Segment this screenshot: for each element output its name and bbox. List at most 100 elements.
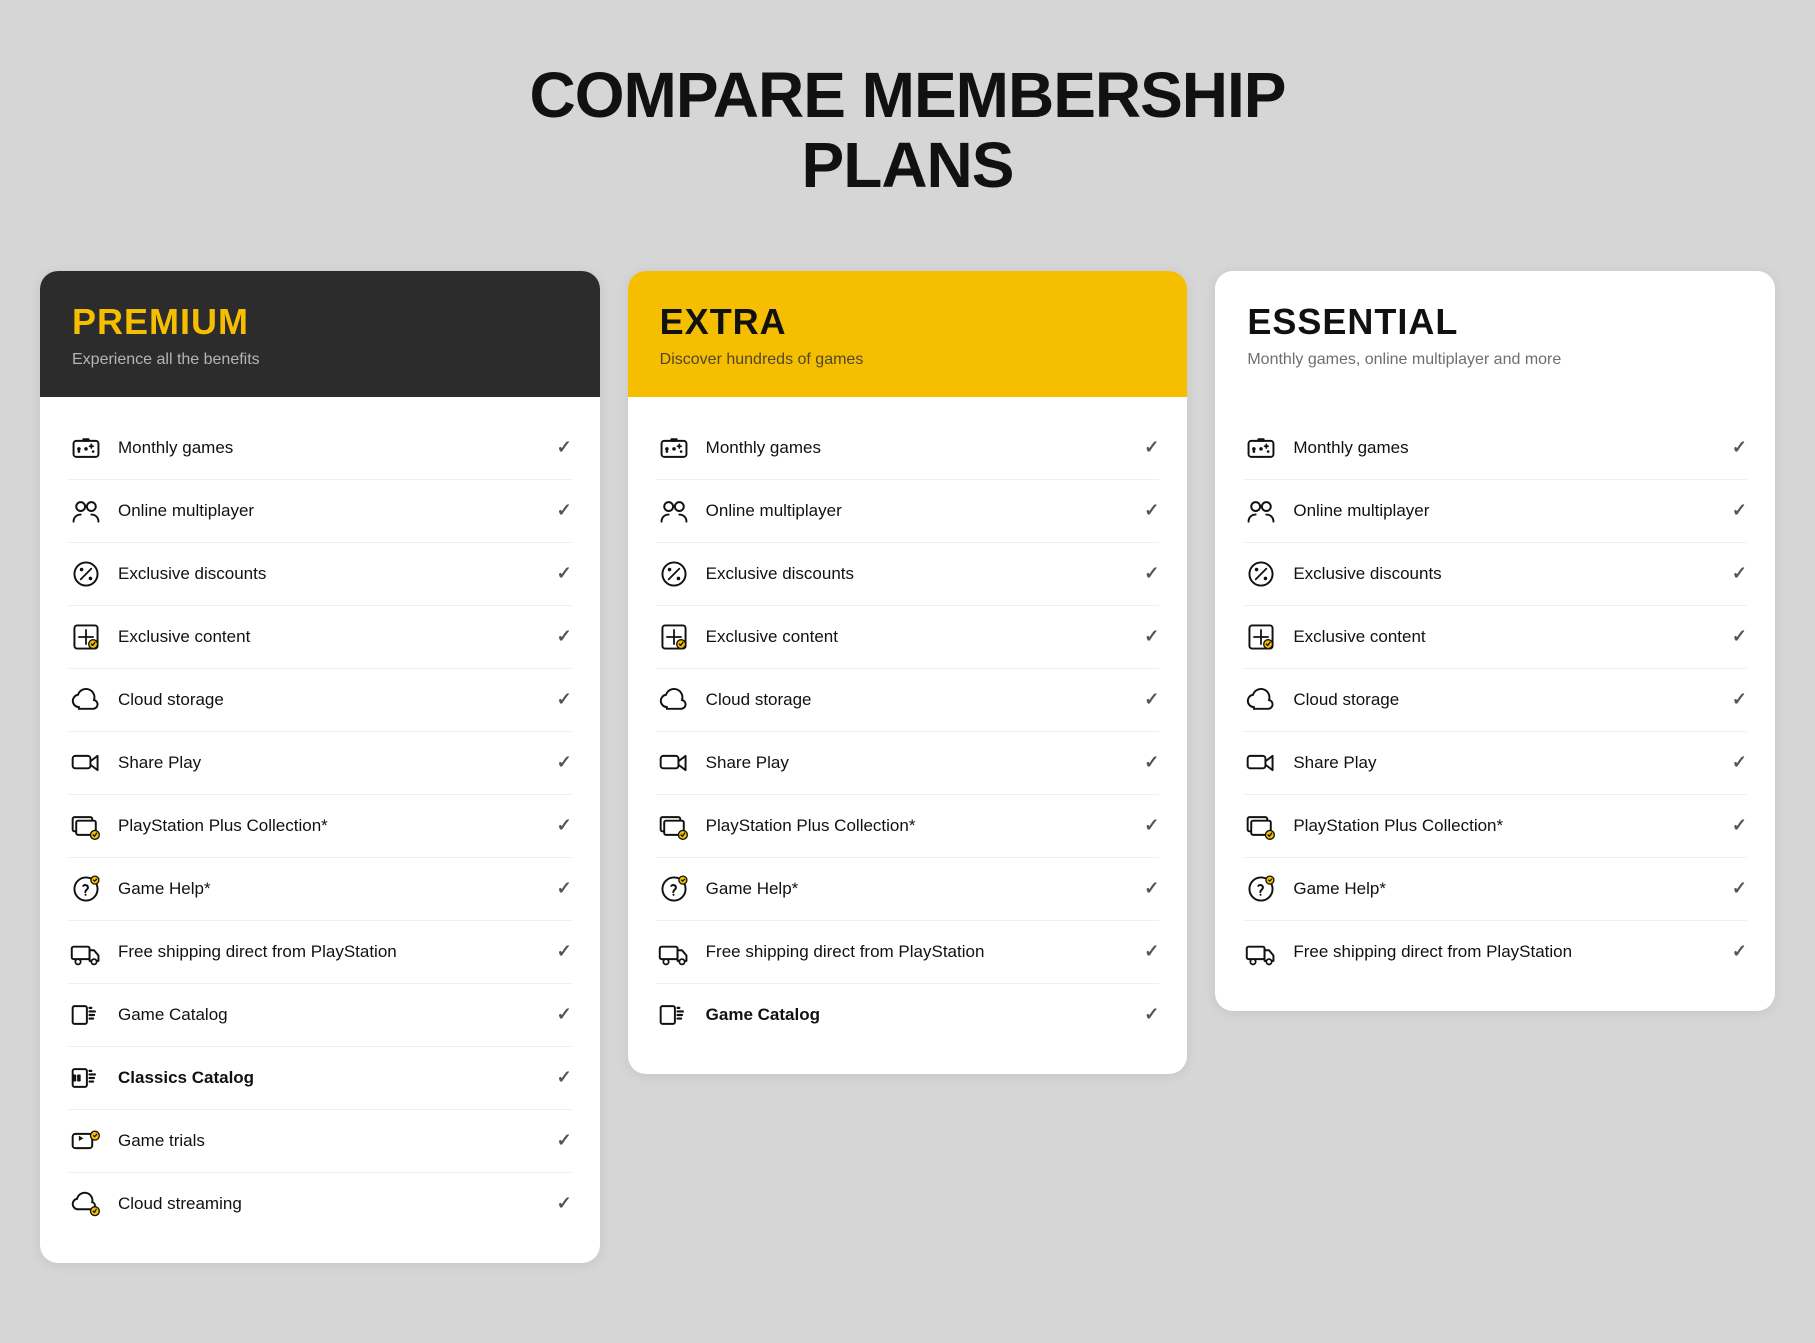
feature-row-monthly-games: Monthly games ✓ — [1243, 417, 1747, 480]
ps-collection-icon — [68, 808, 104, 844]
feature-name-exclusive-discounts: Exclusive discounts — [118, 564, 266, 584]
feature-row-online-multiplayer: Online multiplayer✓ — [656, 480, 1160, 543]
online-multiplayer-icon — [68, 493, 104, 529]
feature-left-game-catalog: Game Catalog — [68, 997, 228, 1033]
feature-row-cloud-streaming: Cloud streaming✓ — [68, 1173, 572, 1235]
game-catalog-icon — [656, 997, 692, 1033]
ps-collection-icon — [656, 808, 692, 844]
feature-row-game-help: Game Help*✓ — [68, 858, 572, 921]
feature-row-cloud-storage: Cloud storage✓ — [656, 669, 1160, 732]
feature-row-cloud-storage: Cloud storage✓ — [1243, 669, 1747, 732]
feature-left-exclusive-discounts: Exclusive discounts — [656, 556, 854, 592]
feature-left-game-help: Game Help* — [68, 871, 211, 907]
monthly-games-icon — [68, 430, 104, 466]
cards-container: PREMIUMExperience all the benefits Month… — [40, 271, 1775, 1263]
feature-row-free-shipping: Free shipping direct from PlayStation✓ — [1243, 921, 1747, 983]
feature-name-monthly-games: Monthly games — [706, 438, 821, 458]
feature-row-game-help: Game Help* ✓ — [656, 858, 1160, 921]
exclusive-discounts-icon — [1243, 556, 1279, 592]
feature-name-monthly-games: Monthly games — [1293, 438, 1408, 458]
feature-row-exclusive-content: Exclusive content✓ — [68, 606, 572, 669]
share-play-icon — [656, 745, 692, 781]
feature-left-monthly-games: Monthly games — [68, 430, 233, 466]
feature-row-share-play: Share Play ✓ — [68, 732, 572, 795]
feature-name-game-catalog: Game Catalog — [118, 1005, 228, 1025]
feature-left-share-play: Share Play — [1243, 745, 1376, 781]
check-icon-monthly-games: ✓ — [557, 437, 572, 458]
feature-left-share-play: Share Play — [656, 745, 789, 781]
check-icon-game-catalog: ✓ — [557, 1004, 572, 1025]
exclusive-discounts-icon — [656, 556, 692, 592]
online-multiplayer-icon — [656, 493, 692, 529]
feature-left-monthly-games: Monthly games — [656, 430, 821, 466]
feature-row-monthly-games: Monthly games ✓ — [656, 417, 1160, 480]
feature-left-free-shipping: Free shipping direct from PlayStation — [1243, 934, 1572, 970]
page-title: COMPARE MEMBERSHIP PLANS — [530, 60, 1286, 201]
feature-left-exclusive-content: Exclusive content — [656, 619, 838, 655]
feature-name-online-multiplayer: Online multiplayer — [1293, 501, 1429, 521]
feature-left-cloud-storage: Cloud storage — [68, 682, 224, 718]
feature-name-online-multiplayer: Online multiplayer — [706, 501, 842, 521]
check-icon-monthly-games: ✓ — [1144, 437, 1159, 458]
check-icon-exclusive-content: ✓ — [1144, 626, 1159, 647]
card-header-extra: EXTRADiscover hundreds of games — [628, 271, 1188, 397]
feature-row-online-multiplayer: Online multiplayer ✓ — [1243, 480, 1747, 543]
cloud-storage-icon — [68, 682, 104, 718]
feature-name-cloud-storage: Cloud storage — [118, 690, 224, 710]
check-icon-share-play: ✓ — [557, 752, 572, 773]
feature-row-classics-catalog: Classics Catalog✓ — [68, 1047, 572, 1110]
check-icon-game-help: ✓ — [1144, 878, 1159, 899]
cloud-storage-icon — [656, 682, 692, 718]
check-icon-game-catalog: ✓ — [1144, 1004, 1159, 1025]
free-shipping-icon — [1243, 934, 1279, 970]
feature-name-exclusive-discounts: Exclusive discounts — [706, 564, 854, 584]
classics-catalog-icon — [68, 1060, 104, 1096]
feature-name-ps-collection: PlayStation Plus Collection* — [1293, 816, 1503, 836]
feature-name-free-shipping: Free shipping direct from PlayStation — [706, 942, 985, 962]
online-multiplayer-icon — [1243, 493, 1279, 529]
check-icon-exclusive-discounts: ✓ — [1144, 563, 1159, 584]
feature-left-online-multiplayer: Online multiplayer — [1243, 493, 1429, 529]
check-icon-monthly-games: ✓ — [1732, 437, 1747, 458]
card-extra: EXTRADiscover hundreds of games Monthly … — [628, 271, 1188, 1074]
check-icon-share-play: ✓ — [1144, 752, 1159, 773]
feature-row-monthly-games: Monthly games ✓ — [68, 417, 572, 480]
check-icon-game-trials: ✓ — [557, 1130, 572, 1151]
feature-left-game-help: Game Help* — [1243, 871, 1386, 907]
share-play-icon — [1243, 745, 1279, 781]
feature-name-share-play: Share Play — [706, 753, 789, 773]
feature-row-ps-collection: PlayStation Plus Collection*✓ — [68, 795, 572, 858]
plan-subtitle-premium: Experience all the benefits — [72, 351, 568, 369]
feature-name-exclusive-content: Exclusive content — [1293, 627, 1425, 647]
feature-left-share-play: Share Play — [68, 745, 201, 781]
monthly-games-icon — [1243, 430, 1279, 466]
cloud-storage-icon — [1243, 682, 1279, 718]
feature-row-ps-collection: PlayStation Plus Collection*✓ — [1243, 795, 1747, 858]
feature-left-ps-collection: PlayStation Plus Collection* — [68, 808, 328, 844]
card-premium: PREMIUMExperience all the benefits Month… — [40, 271, 600, 1263]
feature-row-exclusive-content: Exclusive content ✓ — [1243, 606, 1747, 669]
feature-name-cloud-storage: Cloud storage — [1293, 690, 1399, 710]
game-trials-icon — [68, 1123, 104, 1159]
feature-name-free-shipping: Free shipping direct from PlayStation — [118, 942, 397, 962]
check-icon-online-multiplayer: ✓ — [1732, 500, 1747, 521]
feature-left-game-help: Game Help* — [656, 871, 799, 907]
free-shipping-icon — [68, 934, 104, 970]
feature-row-exclusive-content: Exclusive content ✓ — [656, 606, 1160, 669]
check-icon-free-shipping: ✓ — [1144, 941, 1159, 962]
feature-row-game-catalog: Game Catalog ✓ — [656, 984, 1160, 1046]
feature-name-game-help: Game Help* — [1293, 879, 1386, 899]
feature-row-exclusive-discounts: Exclusive discounts✓ — [1243, 543, 1747, 606]
check-icon-share-play: ✓ — [1732, 752, 1747, 773]
exclusive-content-icon — [68, 619, 104, 655]
feature-name-game-help: Game Help* — [706, 879, 799, 899]
feature-name-ps-collection: PlayStation Plus Collection* — [118, 816, 328, 836]
plan-name-essential: ESSENTIAL — [1247, 301, 1743, 343]
check-icon-cloud-storage: ✓ — [1144, 689, 1159, 710]
feature-name-online-multiplayer: Online multiplayer — [118, 501, 254, 521]
feature-row-online-multiplayer: Online multiplayer✓ — [68, 480, 572, 543]
feature-row-game-trials: Game trials✓ — [68, 1110, 572, 1173]
check-icon-exclusive-content: ✓ — [1732, 626, 1747, 647]
feature-left-game-catalog: Game Catalog — [656, 997, 820, 1033]
check-icon-exclusive-discounts: ✓ — [1732, 563, 1747, 584]
